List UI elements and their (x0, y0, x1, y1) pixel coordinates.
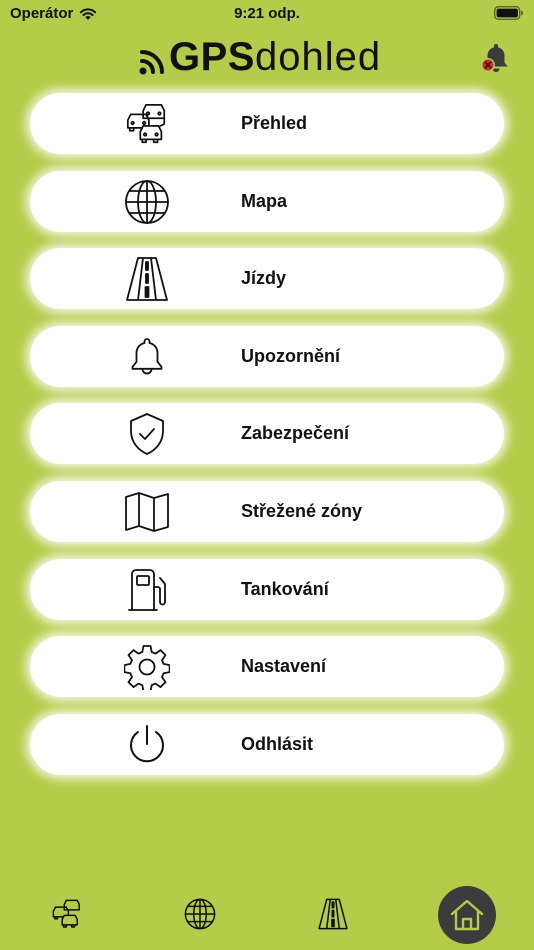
menu-item-mapa[interactable]: Mapa (30, 170, 504, 232)
tab-home[interactable] (438, 886, 496, 944)
menu-item-prehled[interactable]: Přehled (30, 93, 504, 154)
home-icon (450, 899, 484, 931)
globe-icon (184, 898, 216, 930)
menu-item-upozorneni[interactable]: Upozornění (30, 325, 504, 387)
globe-icon (124, 179, 170, 225)
menu-item-tankovani[interactable]: Tankování (30, 558, 504, 620)
menu-item-nastaveni[interactable]: Nastavení (30, 636, 504, 698)
gear-icon (124, 644, 170, 691)
menu-item-odhlasit[interactable]: Odhlásit (30, 713, 504, 775)
logo-text-bold: GPS (169, 35, 255, 79)
power-icon (124, 722, 170, 768)
road-icon (318, 898, 348, 930)
menu-label: Upozornění (241, 345, 340, 366)
menu-label: Střežené zóny (241, 500, 363, 521)
menu-label: Jízdy (241, 268, 287, 289)
fuel-pump-icon (124, 567, 170, 613)
menu-item-jizdy[interactable]: Jízdy (30, 248, 504, 310)
road-icon (124, 256, 170, 302)
main-menu: Přehled Mapa Jízdy Upozornění Zabezpečen… (30, 93, 504, 791)
alerts-off-button[interactable] (478, 40, 514, 76)
menu-label: Tankování (241, 578, 329, 599)
signal-logo-icon (139, 50, 164, 75)
menu-label: Mapa (241, 190, 288, 211)
shield-check-icon (124, 411, 170, 457)
menu-item-zabezpeceni[interactable]: Zabezpečení (30, 403, 504, 465)
tab-mapa[interactable] (178, 892, 222, 936)
menu-label: Zabezpečení (241, 423, 350, 444)
bell-muted-icon (481, 44, 508, 72)
cars-icon (52, 899, 81, 928)
menu-label: Nastavení (241, 656, 327, 677)
logo-text-light: dohled (254, 35, 382, 79)
cars-icon (124, 101, 170, 147)
tab-prehled[interactable] (45, 892, 89, 936)
tab-jizdy[interactable] (311, 892, 355, 936)
status-bar: Operátor 9:21 odp. (0, 0, 534, 30)
app-logo: GPS dohled (138, 34, 381, 80)
app-header: GPS dohled (0, 30, 534, 86)
bottom-tab-bar (0, 880, 534, 950)
menu-item-strezene-zony[interactable]: Střežené zóny (30, 480, 504, 542)
status-time: 9:21 odp. (234, 5, 300, 22)
bell-icon (124, 334, 170, 380)
menu-label: Odhlásit (241, 733, 314, 754)
menu-label: Přehled (241, 113, 308, 133)
battery-icon (494, 6, 524, 24)
map-icon (124, 489, 170, 535)
